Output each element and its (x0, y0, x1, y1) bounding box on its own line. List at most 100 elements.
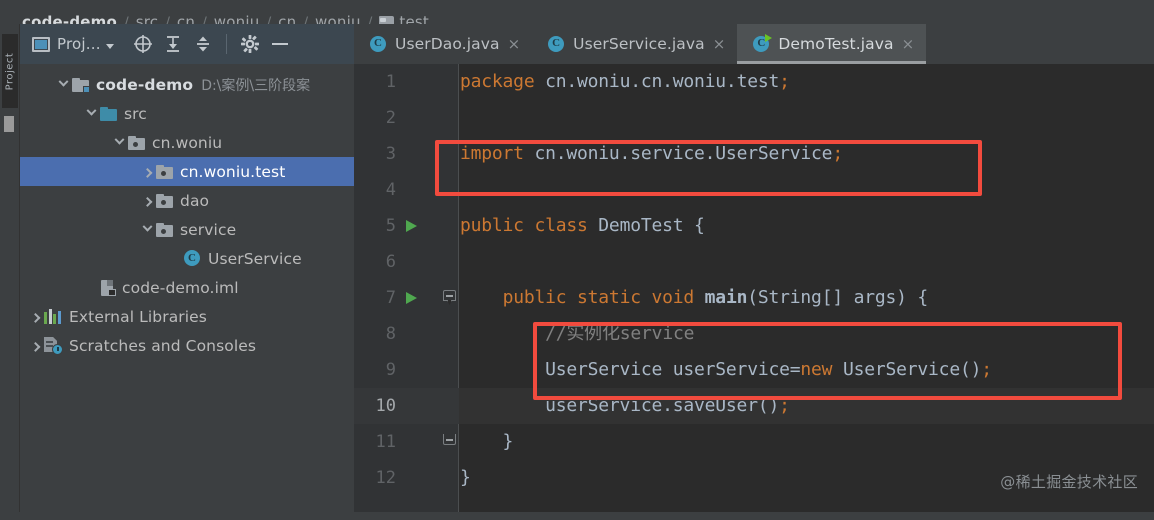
tree-item-userservice[interactable]: C UserService (20, 244, 354, 273)
chevron-down-icon[interactable] (82, 105, 100, 117)
tree-item-label: src (124, 104, 147, 123)
code-fold-marker[interactable] (443, 434, 456, 449)
breadcrumb-separator: / (367, 15, 373, 24)
code-token: } (460, 431, 514, 452)
run-gutter-icon[interactable] (406, 292, 417, 304)
expand-all-icon[interactable] (158, 34, 188, 54)
project-view-label: Proj... (57, 35, 101, 53)
chevron-down-icon[interactable] (138, 221, 156, 233)
tree-item-src[interactable]: src (20, 99, 354, 128)
project-panel: Proj... code-demo D:\案例\三阶段案 src cn.woni… (20, 24, 354, 520)
chevron-right-icon[interactable] (26, 312, 44, 323)
code-line[interactable]: 1 package cn.woniu.cn.woniu.test; (354, 64, 1154, 100)
code-token: UserService userService= (460, 359, 801, 380)
editor-tab-userdao-java[interactable]: C UserDao.java × (354, 24, 532, 64)
code-token: ; (779, 395, 790, 416)
locate-icon[interactable] (128, 34, 158, 54)
code-token: public class (460, 215, 588, 236)
close-icon[interactable]: × (902, 36, 915, 52)
code-lines[interactable]: 1 package cn.woniu.cn.woniu.test; 2 3 import… (354, 64, 1154, 496)
code-token: main (704, 287, 748, 308)
libraries-icon (44, 309, 62, 324)
chevron-down-icon (105, 43, 114, 49)
line-number: 9 (385, 360, 396, 380)
tree-item-cn-woniu[interactable]: cn.woniu (20, 128, 354, 157)
breadcrumb-item[interactable]: src (136, 13, 159, 24)
tree-item-label: Scratches and Consoles (69, 336, 257, 355)
settings-gear-icon[interactable] (235, 35, 265, 53)
code-token: //实例化service (460, 323, 695, 344)
code-token: ; (832, 143, 843, 164)
breadcrumb-item[interactable]: code-demo (22, 13, 117, 24)
breadcrumb-item[interactable]: woniu (315, 13, 361, 24)
package-icon (156, 222, 173, 237)
chevron-down-icon[interactable] (54, 76, 72, 88)
module-icon (72, 77, 90, 93)
line-number: 11 (375, 432, 396, 452)
code-token: userService.saveUser() (460, 395, 780, 416)
editor-tab-userservice-java[interactable]: C UserService.java × (532, 24, 737, 64)
breadcrumb-item[interactable]: test (379, 13, 429, 24)
chevron-right-icon[interactable] (26, 341, 44, 352)
editor-tab-label: DemoTest.java (778, 35, 894, 53)
code-line[interactable]: 3 import cn.woniu.service.UserService; (354, 136, 1154, 172)
code-line[interactable]: 10 userService.saveUser(); (354, 388, 1154, 424)
tree-item-cn-woniu-test[interactable]: cn.woniu.test (20, 157, 354, 186)
line-number: 5 (385, 216, 396, 236)
left-tool-strip: Project (0, 24, 20, 520)
breadcrumb-item[interactable]: cn (278, 13, 296, 24)
code-text: import cn.woniu.service.UserService; (460, 136, 843, 172)
code-text: //实例化service (460, 316, 694, 352)
idea-window: code-demo / src / cn / woniu / cn / woniu / test Pro… (0, 0, 1154, 520)
line-number: 1 (385, 72, 396, 92)
code-line[interactable]: 8 //实例化service (354, 316, 1154, 352)
project-view-selector[interactable]: Proj... (32, 35, 128, 53)
code-line[interactable]: 11 } (354, 424, 1154, 460)
chevron-right-icon[interactable] (138, 167, 156, 178)
line-number: 3 (385, 144, 396, 164)
breadcrumb-label: src (135, 13, 159, 24)
breadcrumb-item[interactable]: cn (177, 13, 195, 24)
tree-item-scratches-and-consoles[interactable]: Scratches and Consoles (20, 331, 354, 360)
package-icon (156, 164, 173, 179)
code-token: ; (779, 71, 790, 92)
tree-item-code-demo-iml[interactable]: code-demo.iml (20, 273, 354, 302)
tree-item-dao[interactable]: dao (20, 186, 354, 215)
minus-glyph (271, 43, 288, 45)
line-number: 12 (375, 468, 396, 488)
tree-item-code-demo[interactable]: code-demo D:\案例\三阶段案 (20, 70, 354, 99)
tree-item-service[interactable]: service (20, 215, 354, 244)
tree-item-label: UserService (208, 249, 302, 268)
run-gutter-icon[interactable] (406, 220, 417, 232)
code-token: } (460, 467, 471, 488)
code-token: (String[] args) { (747, 287, 929, 308)
tree-item-external-libraries[interactable]: External Libraries (20, 302, 354, 331)
editor-tab-bar: C UserDao.java × C UserService.java × C DemoTes… (354, 24, 1154, 64)
code-line[interactable]: 4 (354, 172, 1154, 208)
editor-tab-demotest-java[interactable]: C DemoTest.java × (737, 24, 927, 64)
tree-item-label: External Libraries (69, 307, 207, 326)
breadcrumb-item[interactable]: woniu (214, 13, 260, 24)
close-icon[interactable]: × (713, 36, 726, 52)
tree-item-label: dao (180, 191, 210, 210)
code-token: cn.woniu.cn.woniu.test (534, 71, 780, 92)
code-text: } (460, 460, 471, 496)
runnable-class-icon: C (753, 33, 773, 53)
editor-area: C UserDao.java × C UserService.java × C DemoTes… (354, 24, 1154, 520)
chevron-down-icon[interactable] (110, 134, 128, 146)
tree-item-path: D:\案例\三阶段案 (201, 77, 311, 94)
code-text: public static void main(String[] args) { (460, 280, 929, 316)
collapse-all-icon[interactable] (188, 34, 218, 54)
minimize-icon[interactable] (265, 43, 295, 45)
close-icon[interactable]: × (508, 36, 521, 52)
code-line[interactable]: 6 (354, 244, 1154, 280)
chevron-right-icon[interactable] (138, 196, 156, 207)
project-tool-button[interactable]: Project (2, 34, 18, 108)
code-line[interactable]: 5 public class DemoTest { (354, 208, 1154, 244)
source-folder-icon (100, 106, 117, 121)
code-fold-marker[interactable] (443, 290, 456, 305)
code-line[interactable]: 7 public static void main(String[] args)… (354, 280, 1154, 316)
code-line[interactable]: 2 (354, 100, 1154, 136)
code-surface[interactable]: 1 package cn.woniu.cn.woniu.test; 2 3 import… (354, 64, 1154, 520)
code-line[interactable]: 9 UserService userService=new UserServic… (354, 352, 1154, 388)
